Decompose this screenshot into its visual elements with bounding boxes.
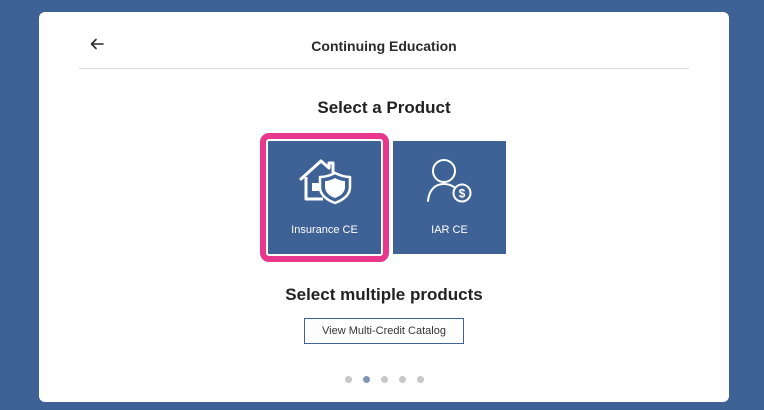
svg-text:$: $: [458, 187, 465, 201]
page-title: Continuing Education: [311, 38, 457, 54]
product-label: Insurance CE: [291, 224, 358, 236]
content-card: Continuing Education Select a Product In…: [39, 12, 729, 402]
select-multiple-heading: Select multiple products: [285, 285, 483, 304]
pagination-dot[interactable]: [380, 376, 388, 383]
product-label: IAR CE: [431, 224, 468, 236]
header-divider: [79, 68, 689, 69]
pagination-dot[interactable]: [344, 376, 352, 383]
pagination-dot[interactable]: [398, 376, 406, 383]
product-tile-iar-ce[interactable]: $ IAR CE: [393, 141, 506, 254]
product-tile-insurance-ce[interactable]: Insurance CE: [260, 133, 389, 262]
pagination-dot-active[interactable]: [362, 376, 370, 383]
pagination-dot[interactable]: [416, 376, 424, 383]
person-dollar-icon: $: [426, 159, 471, 203]
select-product-heading: Select a Product: [317, 98, 451, 117]
carousel-pagination: [39, 376, 729, 383]
view-multi-credit-catalog-button[interactable]: View Multi-Credit Catalog: [304, 318, 464, 344]
house-shield-icon: [299, 159, 351, 205]
